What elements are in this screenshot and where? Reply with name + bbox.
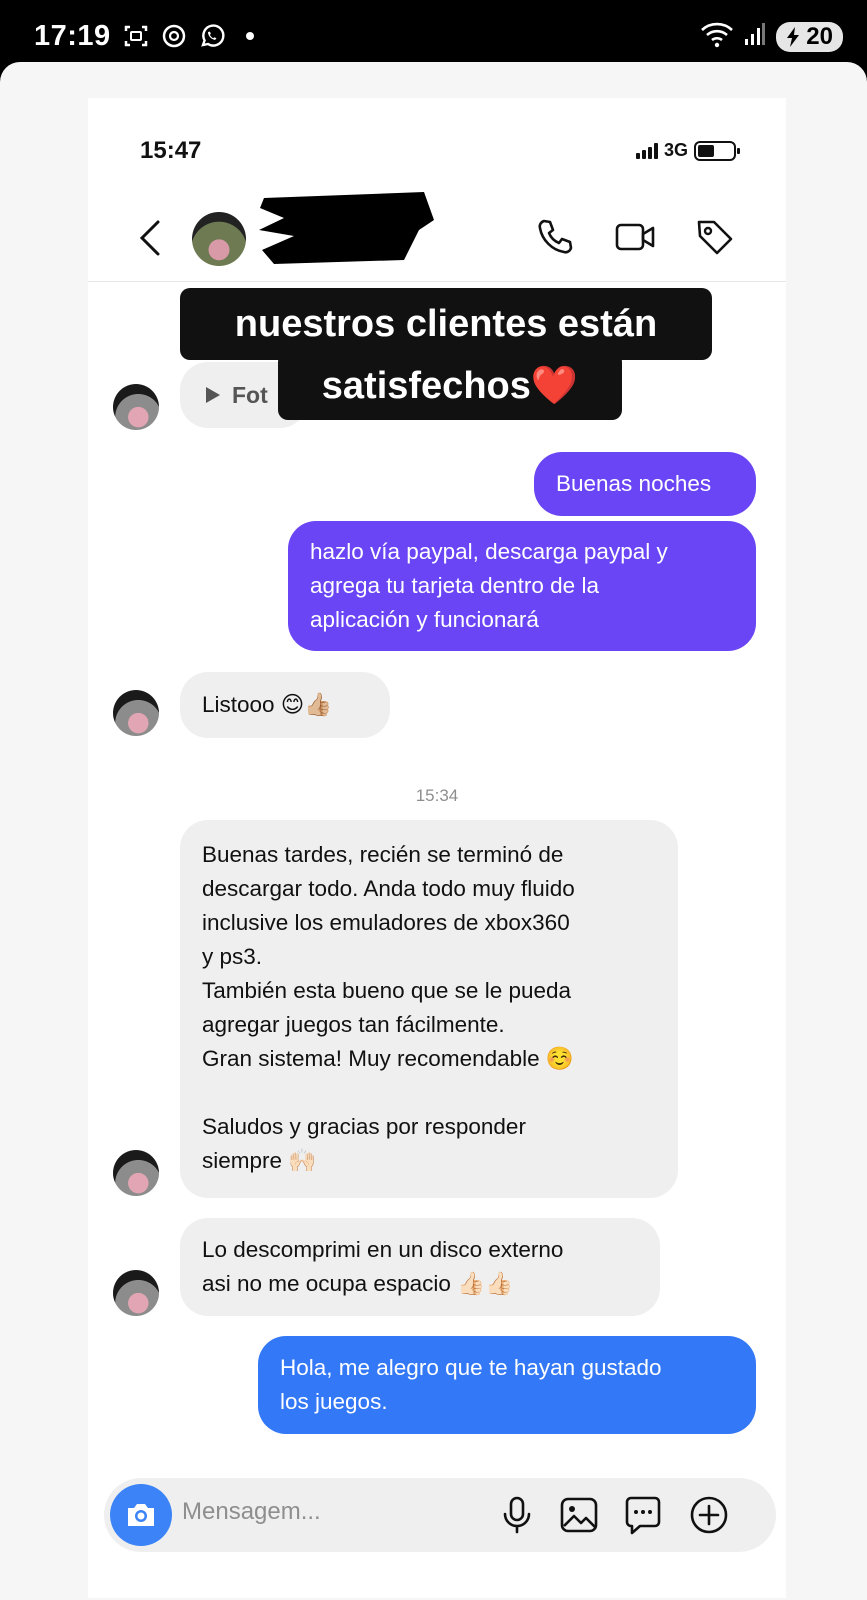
back-icon[interactable] [136,218,166,258]
tag-icon[interactable] [694,216,736,258]
ios-system-icons: 3G [636,140,741,161]
message-text: descargar todo. Anda todo muy fluido [202,876,575,901]
threads-icon [160,22,188,50]
camera-button[interactable] [110,1484,172,1546]
message-text: asi no me ocupa espacio 👍🏻👍🏻 [202,1271,514,1296]
message-incoming[interactable]: Buenas tardes, recién se terminó de desc… [180,820,678,1198]
message-text: Buenas noches [556,471,712,496]
message-text: Buenas tardes, recién se terminó de [202,842,564,867]
message-outgoing[interactable]: Hola, me alegro que te hayan gustado los… [258,1336,756,1434]
ios-signal-icon [636,142,658,159]
caption-line-2: satisfechos❤️ [278,352,622,420]
whatsapp-icon [198,22,226,50]
message-text [202,1076,656,1110]
phone-icon[interactable] [534,216,576,258]
message-text: Lo descomprimi en un disco externo [202,1237,564,1262]
ios-battery-icon [694,140,741,161]
message-text: agrega tu tarjeta dentro de la [310,573,599,598]
message-incoming[interactable]: Listooo 😊👍🏼 [180,672,390,738]
message-text: agregar juegos tan fácilmente. [202,1012,505,1037]
message-text: y ps3. [202,944,263,969]
battery-indicator: 20 [776,21,843,52]
media-label: Fot [232,382,268,408]
microphone-icon[interactable] [496,1494,538,1536]
device-system-icons: 20 [700,20,843,53]
message-text: También esta bueno que se le pueda [202,978,572,1003]
contact-avatar-small [113,1270,159,1316]
message-composer: Mensagem... [104,1478,776,1552]
charging-icon [787,26,800,47]
image-icon[interactable] [558,1494,600,1536]
message-text: inclusive los emuladores de xbox360 [202,910,570,935]
contact-avatar[interactable] [192,212,246,266]
message-text: Gran sistema! Muy recomendable ☺️ [202,1046,574,1071]
message-text: aplicación y funcionará [310,607,539,632]
battery-level: 20 [806,22,833,50]
message-text: hazlo vía paypal, descarga paypal y [310,539,668,564]
device-clock: 17:19 [34,20,111,52]
message-text: Saludos y gracias por responder [202,1114,526,1139]
message-timestamp: 15:34 [415,786,459,805]
play-icon [206,387,220,403]
contact-avatar-small [113,1150,159,1196]
redacted-contact-name [259,192,434,264]
message-input[interactable]: Mensagem... [182,1498,321,1526]
sticker-icon[interactable] [622,1494,664,1536]
message-outgoing[interactable]: Buenas noches [534,452,756,516]
ios-network-label: 3G [664,140,689,160]
screenshot-icon [122,22,150,50]
dot-icon [236,22,264,50]
message-text: siempre 🙌🏻 [202,1148,317,1173]
contact-avatar-small [113,690,159,736]
message-outgoing[interactable]: hazlo vía paypal, descarga paypal y agre… [288,521,756,651]
wifi-icon [700,20,734,53]
message-incoming[interactable]: Lo descomprimi en un disco externo asi n… [180,1218,660,1316]
camera-icon [128,1504,154,1526]
plus-icon[interactable] [688,1494,730,1536]
video-icon[interactable] [614,216,656,258]
notification-icons [122,22,264,50]
cell-signal-icon [744,22,766,51]
device-status-bar: 17:19 20 [0,0,867,64]
message-text: los juegos. [280,1389,388,1414]
message-text: Listooo 😊👍🏼 [202,692,333,717]
caption-line-1: nuestros clientes están [180,288,712,360]
contact-avatar-small [113,384,159,430]
chat-header [88,190,786,282]
ios-clock: 15:47 [140,137,202,164]
message-text: Hola, me alegro que te hayan gustado [280,1355,662,1380]
